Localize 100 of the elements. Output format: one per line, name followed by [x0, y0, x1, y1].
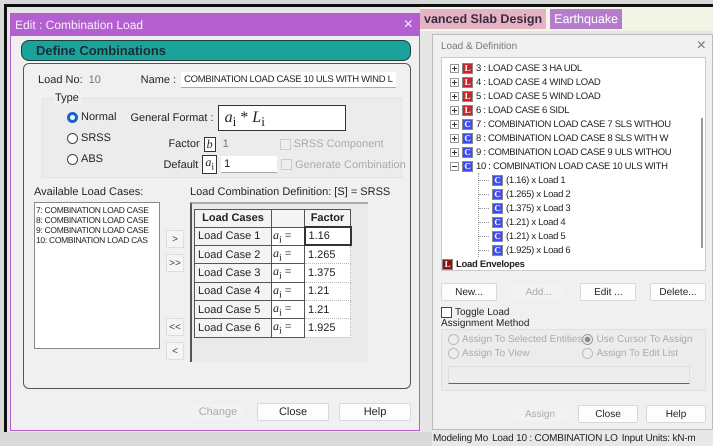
- transfer-button[interactable]: >>: [166, 254, 184, 272]
- field-label: General Format :: [130, 112, 214, 124]
- factor-cell[interactable]: 1.21: [304, 300, 350, 319]
- tree-item[interactable]: 3 : LOAD CASE 3 HA UDL: [476, 62, 582, 74]
- tree-item[interactable]: 6 : LOAD CASE 6 SIDL: [476, 104, 570, 116]
- radio-button[interactable]: [67, 154, 78, 164]
- tree-item[interactable]: (1.925) x Load 6: [506, 244, 570, 256]
- button[interactable]: Delete...: [650, 283, 706, 301]
- collapse-icon[interactable]: [450, 162, 459, 170]
- button[interactable]: New...: [441, 283, 497, 301]
- radio-label: Use Cursor To Assign: [596, 334, 692, 345]
- table-cell: Load Case 6: [194, 318, 272, 338]
- symbol-box: a$_{i}$: [202, 155, 218, 174]
- expand-icon[interactable]: [450, 134, 459, 142]
- table-cell: a$_{i}$ =: [272, 245, 304, 264]
- tree-item[interactable]: 8 : COMBINATION LOAD CASE 8 SLS WITH W: [476, 132, 668, 144]
- factor-cell[interactable]: 1.375: [304, 264, 350, 282]
- radio-label: Assign To Edit List: [596, 348, 678, 359]
- name-field[interactable]: COMBINATION LOAD CASE 10 ULS WITH WIND L: [181, 72, 396, 88]
- load-icon: L: [462, 76, 473, 88]
- combination-icon: C: [492, 174, 503, 186]
- button[interactable]: Help: [339, 403, 411, 421]
- button[interactable]: Edit ...: [580, 283, 636, 301]
- expand-icon[interactable]: [450, 120, 459, 128]
- table-cell: a$_{i}$ =: [272, 300, 304, 319]
- combination-icon: C: [492, 188, 503, 200]
- tree-item[interactable]: 7 : COMBINATION LOAD CASE 7 SLS WITHOU: [476, 118, 671, 130]
- checkbox[interactable]: [441, 307, 452, 318]
- radio-button[interactable]: [67, 132, 78, 144]
- group-label: Assignment Method: [441, 318, 530, 329]
- tree-item[interactable]: (1.375) x Load 3: [506, 202, 570, 214]
- tree-item[interactable]: (1.265) x Load 2: [506, 188, 570, 200]
- status-text: Load 10 : COMBINATION LO: [492, 432, 618, 444]
- combination-icon: C: [492, 230, 503, 242]
- checkbox-label: Generate Combination: [295, 158, 406, 171]
- combination-icon: C: [462, 160, 473, 172]
- tree-item[interactable]: Load Envelopes: [456, 258, 525, 270]
- table-cell: Load Case 4: [194, 282, 272, 301]
- tab[interactable]: vanced Slab Design: [420, 9, 546, 29]
- window-title: Edit : Combination Load: [15, 18, 144, 32]
- group-label: Type: [53, 92, 81, 104]
- combination-icon: C: [462, 146, 473, 158]
- field-label: Load No:: [37, 74, 83, 86]
- tree-item[interactable]: 5 : LOAD CASE 5 WIND LOAD: [476, 90, 600, 102]
- button[interactable]: Close: [578, 405, 638, 423]
- load-number: 10: [88, 74, 102, 86]
- field-label: Default: [163, 158, 198, 171]
- panel-title: Load & Definition: [441, 40, 518, 52]
- section-header: Define Combinations: [21, 40, 411, 61]
- expand-icon[interactable]: [450, 106, 459, 114]
- factor-cell[interactable]: 1.925: [304, 318, 350, 338]
- load-icon: L: [462, 104, 473, 116]
- close-button[interactable]: ×: [696, 38, 706, 54]
- tree-item[interactable]: (1.21) x Load 5: [506, 230, 566, 242]
- radio-label: ABS: [81, 153, 104, 165]
- list-item[interactable]: 10: COMBINATION LOAD CAS: [36, 235, 158, 245]
- tree-item[interactable]: 4 : LOAD CASE 4 WIND LOAD: [476, 76, 600, 88]
- radio-label: SRSS: [81, 132, 111, 144]
- column-header: Factor: [304, 210, 350, 227]
- transfer-button[interactable]: <: [166, 342, 184, 360]
- table-cell: a$_{i}$ =: [272, 282, 304, 301]
- envelope-icon: L: [442, 258, 453, 270]
- default-field[interactable]: 1: [221, 156, 278, 174]
- expand-icon[interactable]: [450, 78, 459, 86]
- radio-button[interactable]: [67, 112, 78, 122]
- radio-label: Assign To Selected Entities: [462, 334, 582, 345]
- radio-label: Normal: [81, 111, 116, 123]
- scrollbar[interactable]: [701, 118, 703, 248]
- checkbox-label: SRSS Component: [294, 138, 384, 150]
- transfer-button[interactable]: <<: [166, 318, 184, 336]
- status-text: Modeling Mo: [433, 432, 488, 444]
- tree-item[interactable]: (1.21) x Load 4: [506, 216, 566, 228]
- input-field[interactable]: [448, 366, 690, 384]
- symbol-box: b: [204, 136, 216, 152]
- expand-icon[interactable]: [450, 148, 459, 156]
- combination-icon: C: [462, 132, 473, 144]
- list-item[interactable]: 8: COMBINATION LOAD CASE: [36, 215, 158, 225]
- checkbox-label: Toggle Load: [455, 307, 510, 318]
- factor-cell[interactable]: 1.21: [304, 282, 350, 301]
- tree-item[interactable]: (1.16) x Load 1: [506, 174, 566, 186]
- tree-item[interactable]: 9 : COMBINATION LOAD CASE 9 ULS WITHOU: [476, 146, 672, 158]
- list-item[interactable]: 7: COMBINATION LOAD CASE: [36, 205, 158, 215]
- field-label: Name :: [140, 74, 176, 86]
- factor-cell[interactable]: 1.265: [304, 245, 350, 264]
- table-cell: a$_{i}$ =: [272, 318, 304, 338]
- field-label: Factor: [168, 138, 200, 150]
- expand-icon[interactable]: [450, 64, 459, 72]
- button[interactable]: Help: [646, 405, 706, 423]
- expand-icon[interactable]: [450, 92, 459, 100]
- button[interactable]: Close: [257, 403, 329, 421]
- factor-cell[interactable]: 1.16: [304, 227, 350, 246]
- table-cell: a$_{i}$ =: [272, 264, 304, 282]
- radio-label: Assign To View: [462, 348, 530, 359]
- table-cell: Load Case 1: [194, 227, 272, 246]
- list-item[interactable]: 9: COMBINATION LOAD CASE: [36, 225, 158, 235]
- tree-item[interactable]: 10 : COMBINATION LOAD CASE 10 ULS WITH: [476, 160, 668, 172]
- table-cell: Load Case 5: [194, 300, 272, 319]
- load-icon: L: [462, 90, 473, 102]
- transfer-button[interactable]: >: [166, 230, 184, 248]
- table-cell: Load Case 3: [194, 264, 272, 282]
